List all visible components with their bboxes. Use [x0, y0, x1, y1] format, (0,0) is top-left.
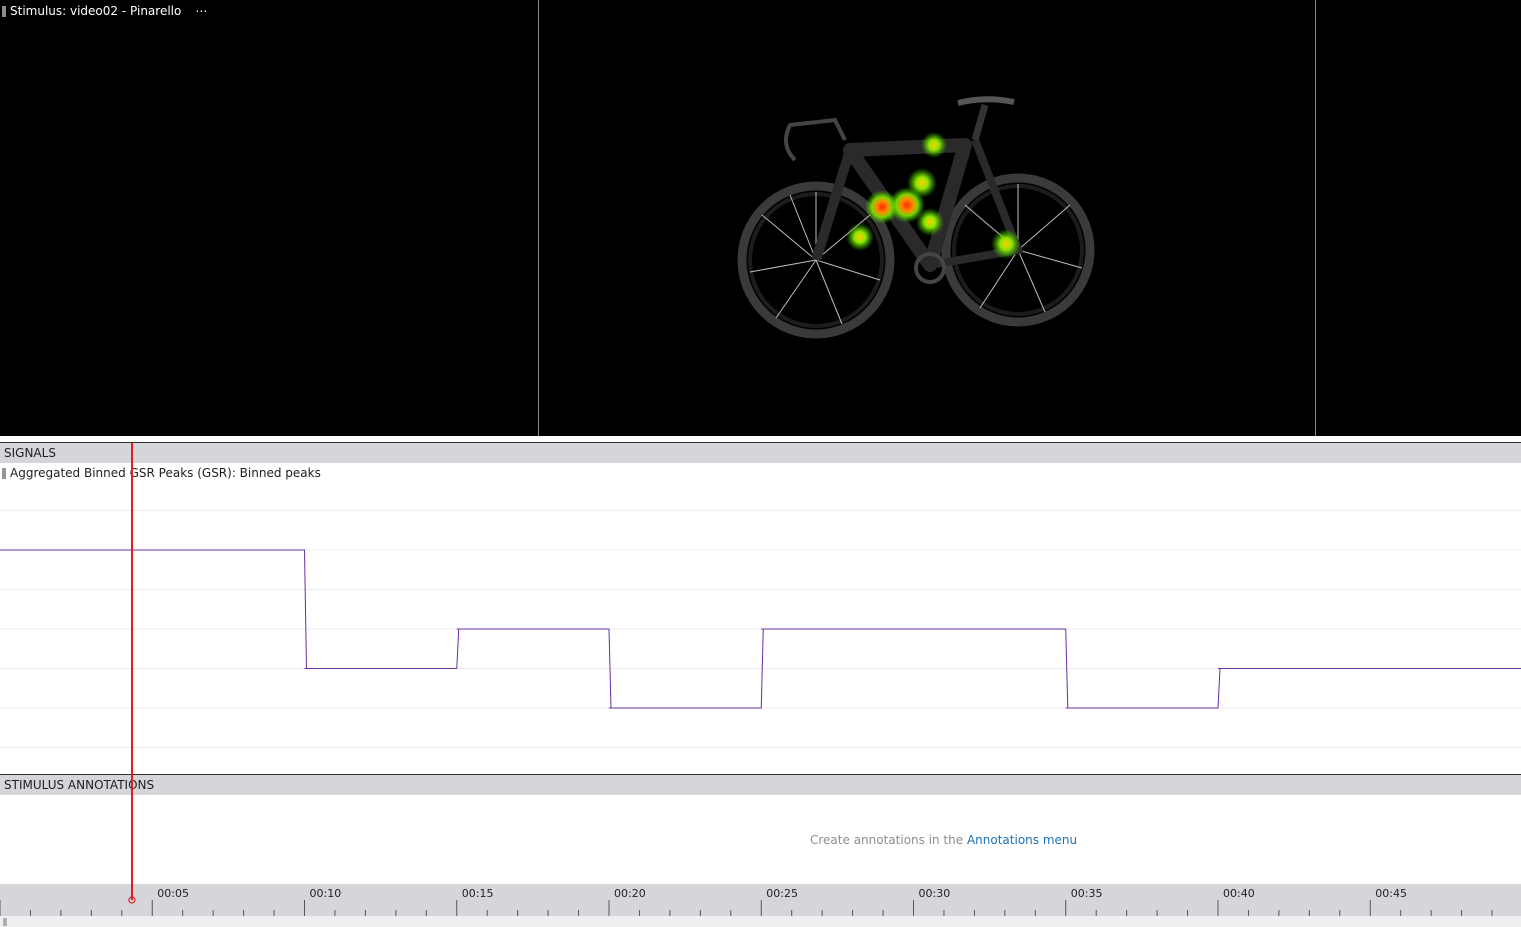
- ruler-tick-label: 00:10: [310, 887, 342, 900]
- ruler-tick-label: 00:30: [919, 887, 951, 900]
- ruler-tick-label: 00:45: [1375, 887, 1407, 900]
- ruler-tick-label: 00:05: [157, 887, 189, 900]
- drag-handle-icon[interactable]: [2, 5, 6, 17]
- timeline-ticks: 00:05 00:10 00:15 00:20 00:25 00:30 00:35 00:40…: [0, 887, 1493, 916]
- signal-track-title: Aggregated Binned GSR Peaks (GSR): Binne…: [2, 466, 321, 480]
- annotations-header[interactable]: STIMULUS ANNOTATIONS: [0, 775, 1521, 795]
- bottom-scrollbar[interactable]: [0, 916, 1521, 927]
- annotations-hint: Create annotations in the Annotations me…: [810, 833, 1077, 847]
- annotations-menu-link[interactable]: Annotations menu: [967, 833, 1077, 847]
- more-options-icon[interactable]: ⋯: [195, 4, 208, 18]
- playhead-marker-icon[interactable]: [128, 896, 136, 904]
- timeline-ruler[interactable]: 00:05 00:10 00:15 00:20 00:25 00:30 00:35 00:40…: [0, 884, 1521, 916]
- annotations-hint-text: Create annotations in the: [810, 833, 967, 847]
- stimulus-viewport[interactable]: Stimulus: video02 - Pinarello ⋯: [0, 0, 1521, 436]
- signal-segment: [0, 549, 307, 669]
- ruler-tick-label: 00:35: [1071, 887, 1103, 900]
- drag-handle-icon[interactable]: [2, 467, 6, 479]
- signal-segment: [304, 628, 460, 669]
- viewport-border-right: [1315, 0, 1316, 436]
- ruler-tick-label: 00:20: [614, 887, 646, 900]
- signals-header[interactable]: SIGNALS: [0, 443, 1521, 463]
- ruler-tick-label: 00:40: [1223, 887, 1255, 900]
- stimulus-title-bar: Stimulus: video02 - Pinarello ⋯: [2, 3, 208, 19]
- signal-segment: [1065, 668, 1221, 709]
- gsr-signal-chart[interactable]: [0, 488, 1521, 773]
- stimulus-title: Stimulus: video02 - Pinarello: [10, 4, 182, 18]
- ruler-tick-label: 00:25: [766, 887, 798, 900]
- stimulus-frame: [737, 96, 1095, 339]
- viewport-border-left: [538, 0, 539, 436]
- signal-track-label: Aggregated Binned GSR Peaks (GSR): Binne…: [10, 466, 321, 480]
- ruler-tick-label: 00:15: [462, 887, 494, 900]
- resize-grip-icon[interactable]: [3, 918, 7, 926]
